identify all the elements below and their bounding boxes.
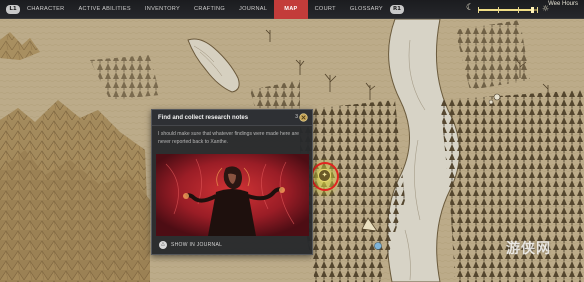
site-watermark: 游侠网: [506, 241, 551, 257]
l1-key-icon[interactable]: L1: [6, 4, 20, 14]
marker-red-circle: [311, 162, 339, 191]
triangle-button-icon: △: [159, 241, 167, 249]
quest-title: Find and collect research notes: [158, 114, 249, 121]
show-in-journal-action[interactable]: △ SHOW IN JOURNAL: [152, 236, 312, 254]
time-progress-bar: [478, 7, 538, 13]
tab-character[interactable]: CHARACTER: [20, 0, 72, 19]
time-tick: [478, 7, 479, 13]
quest-tooltip-header: Find and collect research notes 3: [152, 110, 312, 126]
quest-count: 3: [295, 114, 298, 120]
time-progress-fill: [478, 9, 532, 11]
quest-illustration: [156, 154, 309, 236]
tab-active-abilities[interactable]: ACTIVE ABILITIES: [72, 0, 138, 19]
quest-tooltip: Find and collect research notes 3 I shou…: [151, 109, 313, 255]
quest-description: I should make sure that whatever finding…: [158, 131, 300, 146]
tab-journal[interactable]: JOURNAL: [232, 0, 274, 19]
time-tick: [498, 7, 499, 13]
time-progress-knob: [530, 7, 534, 13]
tab-inventory[interactable]: INVENTORY: [138, 0, 187, 19]
time-label: Wee Hours: [548, 1, 578, 7]
tab-glossary[interactable]: GLOSSARY: [343, 0, 390, 19]
r1-key-icon[interactable]: R1: [389, 4, 404, 14]
tab-crafting[interactable]: CRAFTING: [187, 0, 232, 19]
moon-icon: ☾: [466, 3, 475, 13]
quest-icon: [299, 113, 308, 122]
tab-court[interactable]: COURT: [308, 0, 343, 19]
tab-map[interactable]: MAP: [274, 0, 308, 19]
time-tick: [537, 7, 538, 13]
top-nav-bar: L1 CHARACTER ACTIVE ABILITIES INVENTORY …: [0, 0, 584, 19]
time-tick: [518, 7, 519, 13]
time-of-day-indicator: ☾ ☼ Wee Hours: [466, 0, 578, 19]
red-figure-illustration: [156, 154, 309, 236]
show-in-journal-label: SHOW IN JOURNAL: [171, 242, 223, 248]
